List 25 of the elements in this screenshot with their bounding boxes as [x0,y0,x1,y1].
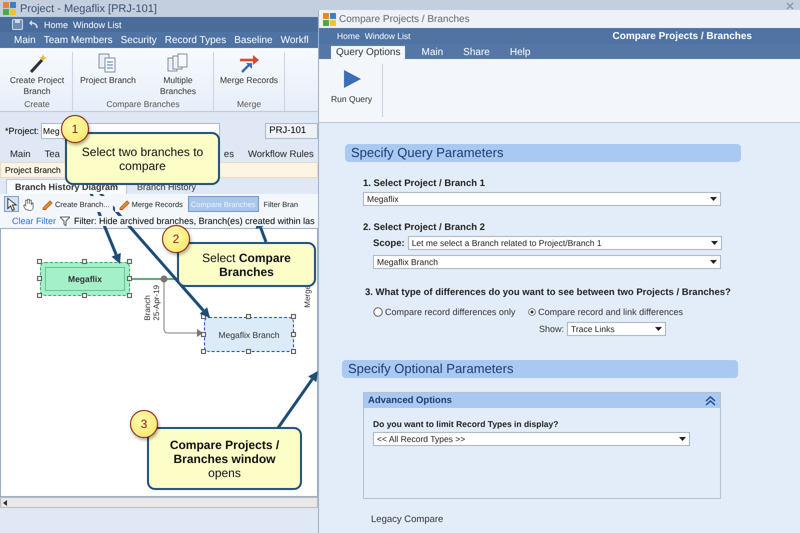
option-label: Compare record and link differences [538,307,683,317]
field-label: Scope: [373,238,405,248]
option-label: Compare record differences only [385,307,516,317]
header-title: Compare Projects / Branches [612,30,752,42]
ribbon-group-label: Compare Branches [106,99,180,111]
question-label: Do you want to limit Record Types in display? [373,419,560,429]
ribbon-group-label: Create [24,99,50,111]
ribbon-group-label: Merge [236,99,262,111]
step-label: 2. Select Project / Branch 2 [363,222,486,233]
step-label: 3. What type of differences do you want to see between two Projects / Branches? [365,287,732,298]
field-label: Show: [539,324,564,334]
window-title: Project - Megaflix [PRJ-101] [20,2,157,14]
filter-description: Filter: Hide archived branches, Branch(es) created within las [74,216,315,226]
section-heading: Legacy Compare [371,514,444,525]
callout-tooltip: Select two branches to compare [65,132,220,185]
field-label: *Project: [5,126,40,136]
step-label: 1. Select Project / Branch 1 [363,178,486,189]
panel-title: Advanced Options [368,395,452,406]
callout-tooltip: Select Compare Branches [177,242,316,287]
callout-tooltip: Compare Projects / Branches window opens [147,427,302,490]
window-title: Compare Projects / Branches [339,14,470,24]
edge-label: Branch 25-Apr-19 [143,285,161,321]
project-id-field: PRJ-101 [265,123,318,139]
section-header: Specify Optional Parameters [342,360,738,378]
section-header: Specify Query Parameters [345,144,741,162]
